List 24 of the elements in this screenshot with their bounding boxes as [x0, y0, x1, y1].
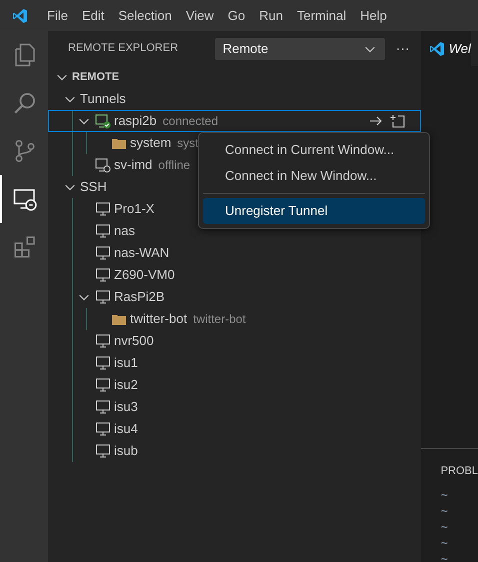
- item-label: SSH: [79, 178, 107, 196]
- terminal-line: ~: [440, 504, 449, 520]
- terminal-line: ~: [440, 536, 449, 552]
- item-label: isu3: [113, 398, 138, 416]
- item-label: Pro1-X: [113, 200, 154, 218]
- sidebar-title: REMOTE EXPLORER: [68, 41, 178, 56]
- terminal-line: ~: [440, 552, 449, 562]
- item-label: nas: [113, 222, 135, 240]
- item-label: RasPi2B: [113, 288, 165, 306]
- item-label: Tunnels: [79, 90, 126, 108]
- terminal-line: ~: [440, 520, 449, 536]
- item-label: sv-imd offline: [113, 156, 190, 174]
- item-label: raspi2b connected: [113, 112, 218, 130]
- item-label: isu2: [113, 376, 138, 394]
- item-label: isu4: [113, 420, 138, 438]
- item-label: nvr500: [113, 332, 154, 350]
- item-label: isu1: [113, 354, 138, 372]
- item-label: Z690-VM0: [113, 266, 175, 284]
- item-label: system syst: [129, 134, 199, 152]
- item-label: isub: [113, 442, 138, 460]
- item-label: nas-WAN: [113, 244, 170, 262]
- terminal-line: ~: [440, 488, 449, 504]
- item-label: REMOTE: [71, 70, 120, 85]
- item-label: twitter-bot twitter-bot: [129, 310, 246, 328]
